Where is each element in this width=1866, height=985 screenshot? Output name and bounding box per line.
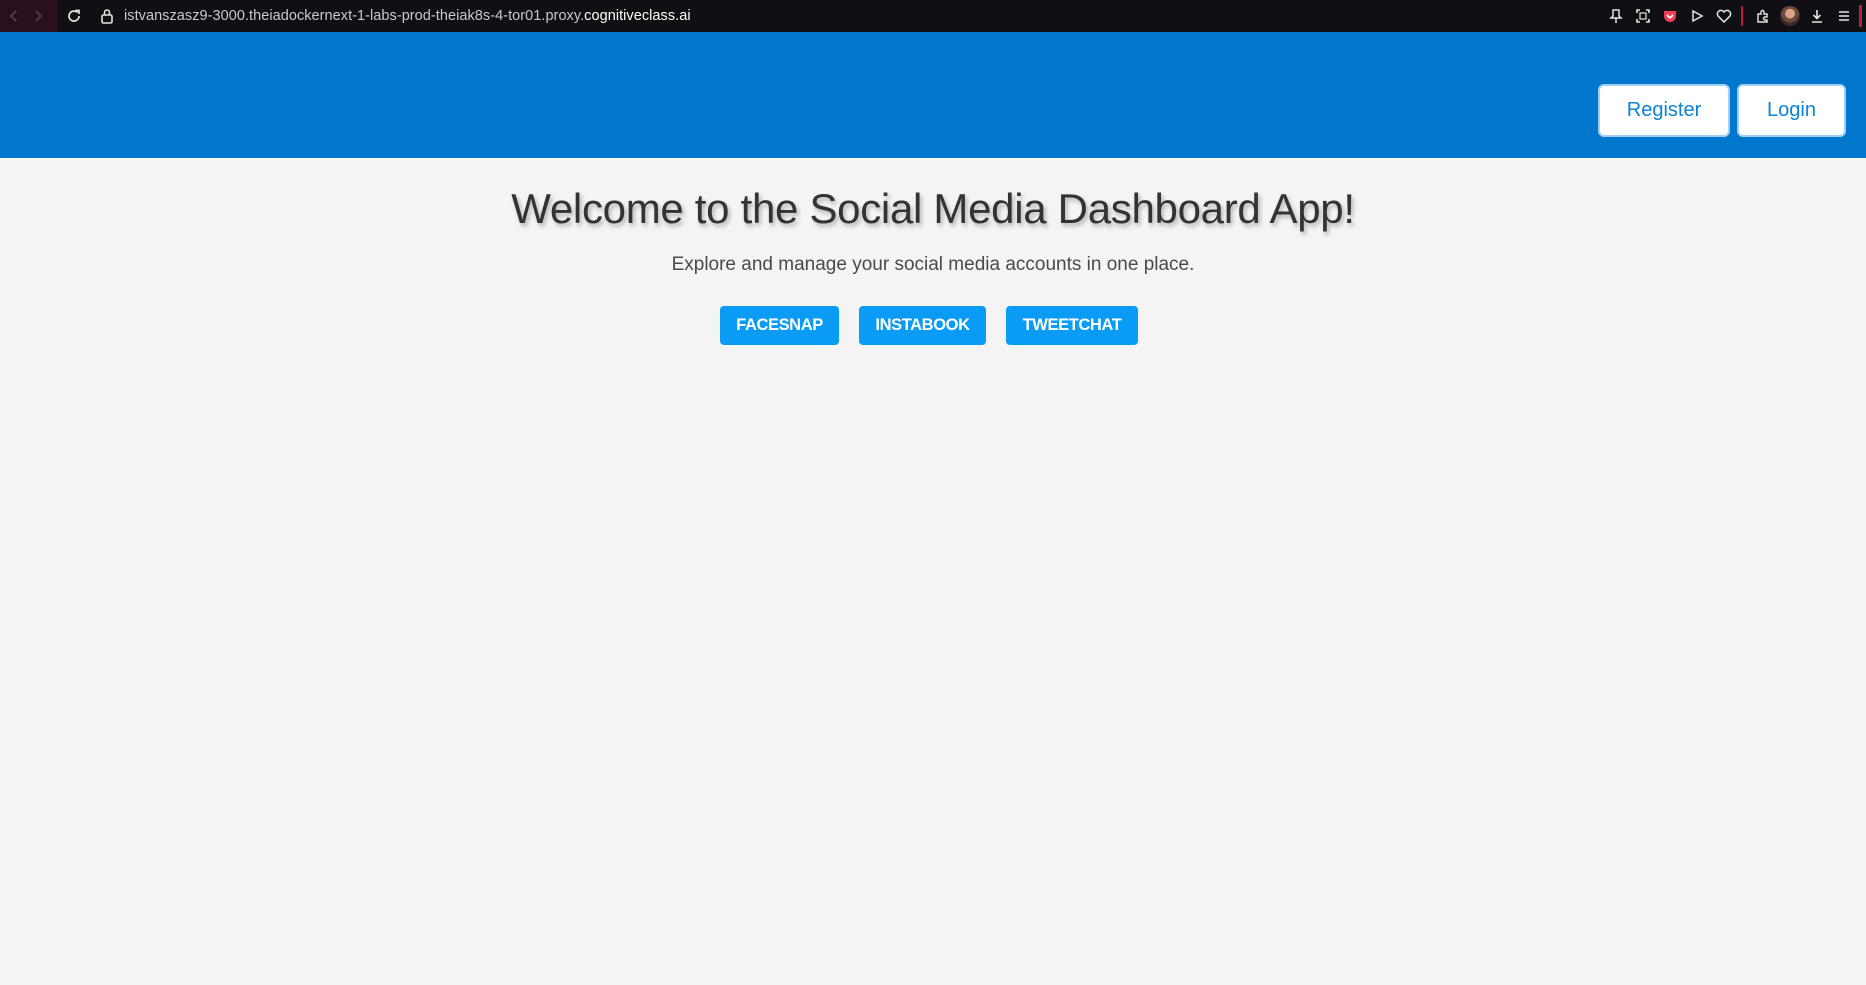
url-text: istvanszasz9-3000.theiadockernext-1-labs… [124, 8, 691, 24]
pin-icon[interactable] [1602, 2, 1629, 30]
pocket-icon[interactable] [1656, 2, 1683, 30]
instabook-button[interactable]: INSTABOOK [859, 306, 986, 345]
menu-icon[interactable] [1830, 2, 1857, 30]
main-content: Welcome to the Social Media Dashboard Ap… [0, 158, 1866, 985]
extensions-icon[interactable] [1749, 2, 1776, 30]
address-bar[interactable]: istvanszasz9-3000.theiadockernext-1-labs… [86, 0, 1866, 32]
play-icon[interactable] [1683, 2, 1710, 30]
screenshot-icon[interactable] [1629, 2, 1656, 30]
facesnap-button[interactable]: FACESNAP [720, 306, 839, 345]
navigation-controls [0, 0, 58, 32]
reload-button[interactable] [62, 4, 86, 28]
login-button[interactable]: Login [1737, 84, 1846, 137]
tweetchat-button[interactable]: TWEETCHAT [1006, 306, 1138, 345]
forward-arrow-icon [35, 10, 43, 22]
reload-icon [68, 9, 80, 22]
lock-icon[interactable] [100, 8, 114, 24]
platform-buttons: FACESNAP INSTABOOK TWEETCHAT [720, 306, 1138, 345]
url-path: istvanszasz9-3000.theiadockernext-1-labs… [124, 8, 585, 24]
app-header: Register Login [0, 32, 1866, 158]
back-arrow-icon [9, 10, 17, 22]
browser-extension-icons [1602, 0, 1866, 32]
avatar [1779, 6, 1800, 26]
download-icon[interactable] [1803, 2, 1830, 30]
browser-toolbar: istvanszasz9-3000.theiadockernext-1-labs… [0, 0, 1866, 32]
register-button[interactable]: Register [1598, 84, 1730, 137]
page-title: Welcome to the Social Media Dashboard Ap… [511, 185, 1355, 232]
heart-icon[interactable] [1710, 2, 1737, 30]
back-button[interactable] [2, 4, 26, 28]
toolbar-separator [1741, 6, 1743, 26]
toolbar-edge-accent [1859, 5, 1862, 27]
page-subtitle: Explore and manage your social media acc… [671, 254, 1195, 275]
profile-avatar[interactable] [1776, 2, 1803, 30]
url-domain: cognitiveclass.ai [584, 8, 691, 24]
forward-button[interactable] [26, 4, 50, 28]
